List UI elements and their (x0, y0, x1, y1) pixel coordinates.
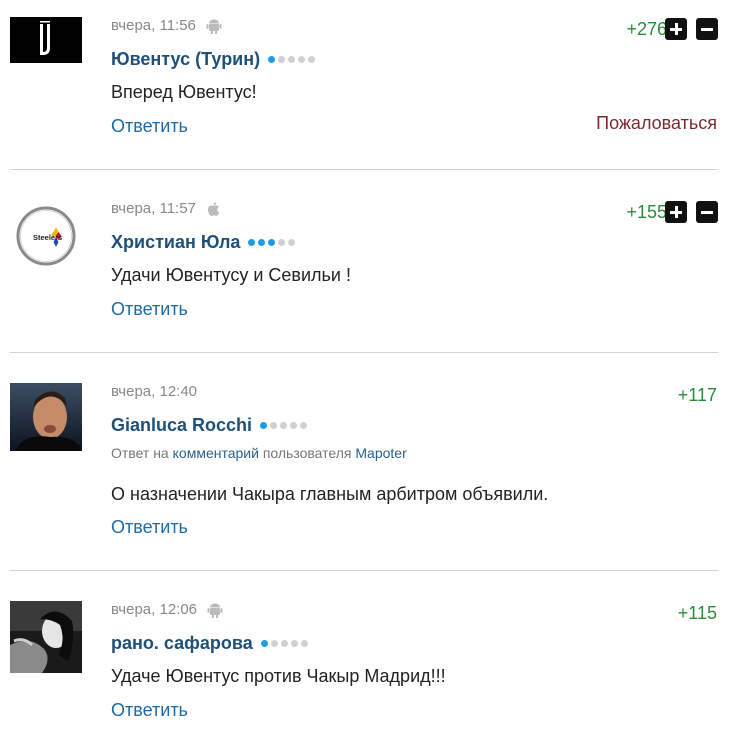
reply-to-comment-link[interactable]: комментарий (173, 445, 259, 461)
downvote-button[interactable] (696, 201, 718, 223)
user-rating (268, 56, 316, 63)
rating-dot (258, 239, 266, 246)
user-rating (260, 422, 308, 429)
reply-button[interactable]: Ответить (111, 700, 188, 721)
rating-dot (280, 422, 288, 429)
user-line: рано. сафарова (111, 633, 308, 654)
comment-score: +155 (626, 202, 667, 222)
comment-meta: вчера, 12:40 (111, 383, 197, 400)
reply-to-prefix: Ответ на (111, 445, 169, 461)
rating-dot (268, 56, 276, 63)
rating-dot (308, 56, 316, 63)
user-photo-icon (10, 601, 82, 673)
upvote-button[interactable] (665, 18, 687, 40)
username[interactable]: Ювентус (Турин) (111, 49, 260, 70)
user-line: Христиан Юла (111, 232, 296, 253)
rating-dot (270, 640, 278, 647)
comment-text: Вперед Ювентус! (111, 82, 257, 102)
comment-text: О назначении Чакыра главным арбитром объ… (111, 484, 549, 504)
rating-dot (278, 239, 286, 246)
comment-meta: вчера, 11:57 (111, 200, 222, 217)
user-line: Ювентус (Турин) (111, 49, 316, 70)
avatar[interactable]: Steelers (10, 200, 82, 272)
rating-dot (280, 640, 288, 647)
user-photo-icon (10, 383, 82, 451)
juventus-logo-icon (10, 17, 82, 63)
android-icon (207, 603, 223, 618)
avatar[interactable] (10, 383, 82, 451)
rating-dot (248, 239, 256, 246)
reply-to-user-link[interactable]: Mapoter (355, 445, 406, 461)
rating-dot (288, 56, 296, 63)
rating-dot (300, 640, 308, 647)
comment-score: +276 (626, 19, 667, 39)
rating-dot (288, 239, 296, 246)
username[interactable]: Христиан Юла (111, 232, 240, 253)
reply-to-line: Ответ на комментарий пользователя Mapote… (111, 445, 407, 461)
user-rating (248, 239, 296, 246)
reply-button[interactable]: Ответить (111, 517, 188, 538)
timestamp: вчера, 12:40 (111, 383, 198, 400)
avatar[interactable] (10, 17, 82, 63)
avatar[interactable] (10, 601, 82, 673)
reply-button[interactable]: Ответить (111, 116, 188, 137)
rating-dot (260, 422, 268, 429)
comment-score: +117 (677, 385, 717, 405)
rating-dot (298, 56, 306, 63)
reply-to-middle: пользователя (262, 445, 352, 461)
upvote-button[interactable] (665, 201, 687, 223)
steelers-logo-text: Steelers (33, 233, 62, 242)
comment-score: +115 (677, 603, 717, 623)
username[interactable]: Gianluca Rocchi (111, 415, 252, 436)
rating-dot (290, 422, 298, 429)
rating-dot (270, 422, 278, 429)
user-rating (260, 640, 308, 647)
divider (10, 169, 718, 170)
comment-text: Удаче Ювентус против Чакыр Мадрид!!! (111, 666, 446, 686)
rating-dot (260, 640, 268, 647)
username[interactable]: рано. сафарова (111, 633, 253, 654)
rating-dot (300, 422, 308, 429)
timestamp: вчера, 12:06 (111, 601, 198, 618)
divider (10, 570, 718, 571)
comment-meta: вчера, 11:56 (111, 17, 222, 34)
timestamp: вчера, 11:57 (111, 200, 196, 217)
user-line: Gianluca Rocchi (111, 415, 308, 436)
apple-icon (207, 201, 220, 216)
steelers-logo-icon: Steelers (10, 200, 82, 272)
comment-text: Удачи Ювентусу и Севильи ! (111, 265, 351, 285)
rating-dot (290, 640, 298, 647)
complain-button[interactable]: Пожаловаться (596, 113, 717, 134)
timestamp: вчера, 11:56 (111, 17, 196, 34)
rating-dot (268, 239, 276, 246)
comment-meta: вчера, 12:06 (111, 601, 223, 618)
android-icon (206, 19, 222, 34)
downvote-button[interactable] (696, 18, 718, 40)
divider (10, 352, 718, 353)
rating-dot (278, 56, 286, 63)
reply-button[interactable]: Ответить (111, 299, 188, 320)
